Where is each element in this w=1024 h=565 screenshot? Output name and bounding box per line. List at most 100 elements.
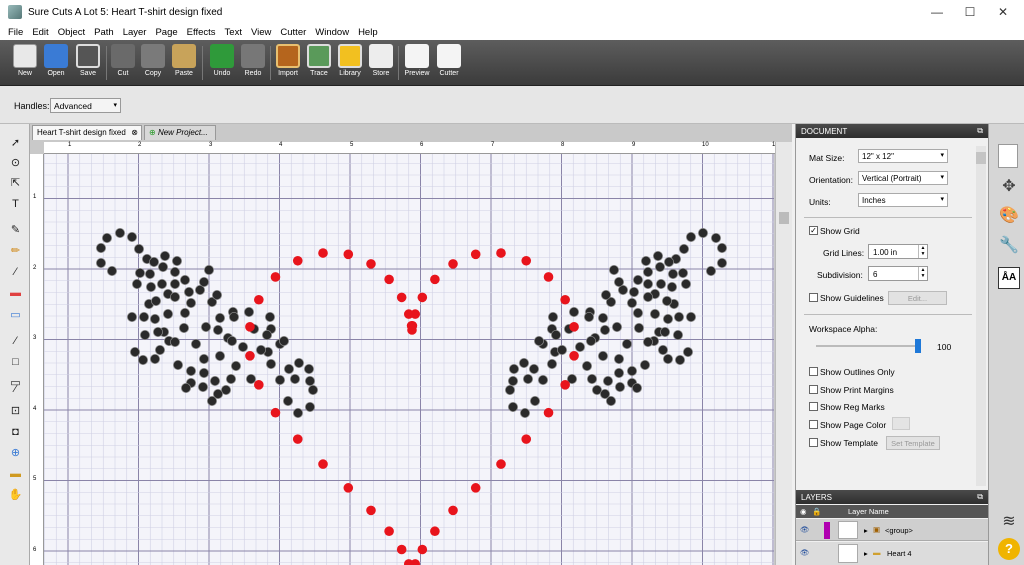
- rhinestone-dot: [622, 338, 633, 349]
- toolbar-divider: [398, 46, 399, 80]
- panel-float-icon[interactable]: ⧉: [977, 492, 983, 502]
- show-reg-marks-checkbox[interactable]: [809, 402, 818, 411]
- ruler-top-label: 2: [138, 142, 142, 148]
- zoom-tool-icon[interactable]: ⊕: [7, 446, 24, 461]
- layers-stack-icon[interactable]: ≋: [998, 511, 1020, 533]
- show-template-checkbox[interactable]: [809, 438, 818, 447]
- spin-arrows-icon[interactable]: ▲ ▼: [918, 245, 927, 258]
- close-button[interactable]: ✕: [986, 0, 1020, 24]
- save-button[interactable]: Save: [73, 42, 103, 84]
- show-print-margins-checkbox[interactable]: [809, 385, 818, 394]
- expand-arrow-icon[interactable]: ▸: [864, 549, 868, 558]
- menu-file[interactable]: File: [8, 27, 23, 38]
- weld-tool-icon[interactable]: ⊡: [7, 404, 24, 419]
- eraser-tool-icon[interactable]: ▬: [7, 286, 24, 301]
- paste-button[interactable]: Paste: [169, 42, 199, 84]
- subdivision-stepper[interactable]: 6 ▲ ▼: [868, 266, 928, 281]
- move-arrows-icon[interactable]: ✥: [998, 176, 1020, 198]
- menu-layer[interactable]: Layer: [123, 27, 147, 38]
- orientation-dropdown[interactable]: Vertical (Portrait) ▾: [858, 171, 948, 185]
- trace-button[interactable]: Trace: [304, 42, 334, 84]
- menu-path[interactable]: Path: [94, 27, 114, 38]
- transform-icon[interactable]: ⇱: [7, 176, 24, 191]
- handles-dropdown[interactable]: Advanced ▾: [50, 98, 121, 113]
- panel-scroll-thumb[interactable]: [976, 152, 986, 164]
- brush-tool-icon[interactable]: ⁄: [7, 265, 24, 280]
- minimize-button[interactable]: —: [920, 0, 954, 24]
- rectangle-tool-icon[interactable]: □: [7, 355, 24, 370]
- color-palette-icon[interactable]: 🎨: [998, 205, 1020, 227]
- maximize-button[interactable]: ☐: [953, 0, 987, 24]
- heart-rhinestone-dot: [496, 459, 506, 469]
- measure-tool-icon[interactable]: ▬: [7, 467, 24, 482]
- rhinestone-dot: [214, 350, 225, 361]
- tab-heart-tshirt[interactable]: Heart T-shirt design fixed ⊗: [32, 125, 142, 140]
- knife-tool-icon[interactable]: ⁄: [7, 382, 24, 397]
- rhinestone-dot: [633, 275, 644, 286]
- eyedropper-icon[interactable]: ⁄: [7, 334, 24, 349]
- fill-tool-icon[interactable]: ▭: [7, 308, 24, 323]
- show-page-color-checkbox[interactable]: [809, 420, 818, 429]
- menu-help[interactable]: Help: [358, 27, 378, 38]
- rhinestone-dot: [546, 358, 557, 369]
- copy-icon: [141, 44, 165, 68]
- text-size-icon[interactable]: ÅA: [998, 267, 1020, 289]
- select-arrow-icon[interactable]: ➚: [7, 136, 24, 151]
- menu-object[interactable]: Object: [58, 27, 85, 38]
- scroll-thumb[interactable]: [779, 212, 789, 224]
- preview-button[interactable]: Preview: [402, 42, 432, 84]
- visibility-eye-icon[interactable]: 👁: [800, 548, 810, 557]
- menu-view[interactable]: View: [251, 27, 271, 38]
- align-tool-icon[interactable]: ◘: [7, 425, 24, 440]
- rhinestone-dot: [274, 374, 285, 385]
- alpha-slider-thumb[interactable]: [915, 339, 921, 353]
- show-outlines-checkbox[interactable]: [809, 367, 818, 376]
- expand-arrow-icon[interactable]: ▸: [864, 526, 868, 535]
- units-dropdown[interactable]: Inches ▾: [858, 193, 948, 207]
- panel-float-icon[interactable]: ⧉: [977, 126, 983, 136]
- redo-button[interactable]: Redo: [238, 42, 268, 84]
- cut-button[interactable]: Cut: [108, 42, 138, 84]
- rhinestone-dot: [278, 335, 289, 346]
- tab-new-project[interactable]: ⊕ New Project...: [144, 125, 216, 140]
- menu-effects[interactable]: Effects: [187, 27, 216, 38]
- undo-button[interactable]: Undo: [207, 42, 237, 84]
- layer-row[interactable]: 👁 ▸ ▬ Heart 4: [796, 542, 989, 565]
- document-page-icon[interactable]: [998, 144, 1018, 168]
- text-tool-icon[interactable]: T: [7, 197, 24, 212]
- help-icon[interactable]: ?: [998, 538, 1020, 560]
- vertical-scrollbar[interactable]: [775, 142, 792, 565]
- menu-edit[interactable]: Edit: [32, 27, 48, 38]
- menu-cutter[interactable]: Cutter: [280, 27, 306, 38]
- cutter-button[interactable]: Cutter: [434, 42, 464, 84]
- import-button[interactable]: Import: [273, 42, 303, 84]
- edit-guidelines-button[interactable]: Edit...: [888, 291, 947, 305]
- pencil-tool-icon[interactable]: ✏: [7, 244, 24, 259]
- wrench-icon[interactable]: 🔧: [998, 235, 1020, 257]
- panel-scrollbar[interactable]: [976, 146, 986, 486]
- spin-arrows-icon[interactable]: ▲ ▼: [918, 267, 927, 280]
- set-template-button[interactable]: Set Template: [886, 436, 940, 450]
- rhinestone-dot: [304, 401, 315, 412]
- node-edit-icon[interactable]: ⊙: [7, 156, 24, 171]
- new-button[interactable]: New: [10, 42, 40, 84]
- hand-pan-icon[interactable]: ✋: [7, 488, 24, 503]
- pen-tool-icon[interactable]: ✎: [7, 223, 24, 238]
- grid-lines-stepper[interactable]: 1.00 in ▲ ▼: [868, 244, 928, 259]
- visibility-eye-icon[interactable]: 👁: [800, 525, 810, 534]
- design-canvas[interactable]: [44, 154, 774, 565]
- menu-window[interactable]: Window: [315, 27, 349, 38]
- library-button[interactable]: Library: [335, 42, 365, 84]
- copy-button[interactable]: Copy: [138, 42, 168, 84]
- layer-row[interactable]: 👁 ▸ ▣ <group>: [796, 519, 989, 541]
- show-grid-checkbox[interactable]: ✓: [809, 226, 818, 235]
- menu-page[interactable]: Page: [155, 27, 177, 38]
- show-guidelines-checkbox[interactable]: [809, 293, 818, 302]
- mat-size-dropdown[interactable]: 12" x 12" ▾: [858, 149, 948, 163]
- tab-close-icon[interactable]: ⊗: [131, 128, 138, 137]
- store-button[interactable]: Store: [366, 42, 396, 84]
- page-color-swatch[interactable]: [892, 417, 910, 430]
- menu-text[interactable]: Text: [225, 27, 242, 38]
- open-button[interactable]: Open: [41, 42, 71, 84]
- alpha-slider-track[interactable]: [816, 345, 920, 347]
